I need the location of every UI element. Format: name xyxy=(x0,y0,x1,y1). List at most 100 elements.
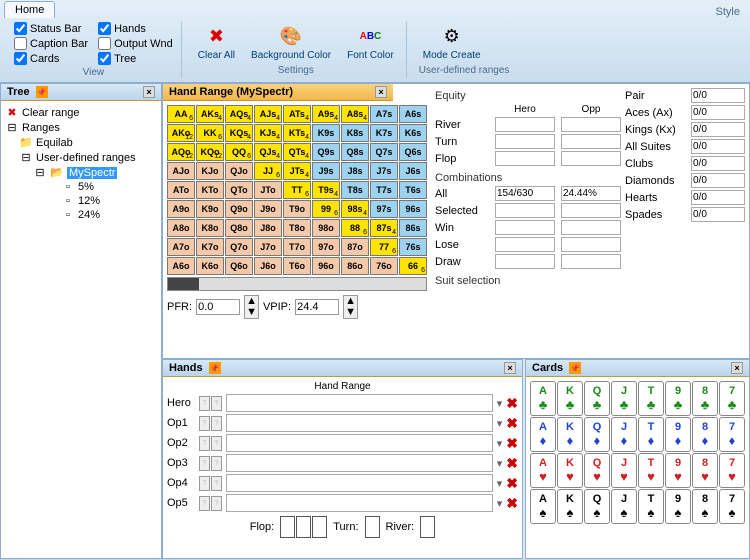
card-7♠[interactable]: 7♠ xyxy=(719,489,745,524)
range-cell[interactable]: QJs4 xyxy=(254,143,282,161)
op4-hole[interactable]: ?? xyxy=(199,476,222,491)
range-cell[interactable]: 996 xyxy=(312,200,340,218)
tree-udr[interactable]: ⊟User-defined ranges xyxy=(5,150,157,165)
range-scrollbar[interactable] xyxy=(167,277,427,291)
range-cell[interactable]: T8o xyxy=(283,219,311,237)
range-cell[interactable]: T7s xyxy=(370,181,398,199)
chk-hands[interactable]: Hands xyxy=(98,22,173,35)
range-cell[interactable]: QTo xyxy=(225,181,253,199)
range-cell[interactable]: 98o xyxy=(312,219,340,237)
range-cell[interactable]: JTs4 xyxy=(283,162,311,180)
stat-hearts-v[interactable] xyxy=(691,190,745,205)
combo-sel-n[interactable] xyxy=(495,203,555,218)
card-T♥[interactable]: T♥ xyxy=(638,453,664,488)
card-7♦[interactable]: 7♦ xyxy=(719,417,745,452)
op1-clear[interactable]: ✖ xyxy=(506,415,518,432)
card-J♥[interactable]: J♥ xyxy=(611,453,637,488)
op3-dropdown[interactable]: ▾ xyxy=(497,457,503,470)
range-cell[interactable]: T8s xyxy=(341,181,369,199)
combo-all-p[interactable] xyxy=(561,186,621,201)
range-cell[interactable]: T6s xyxy=(399,181,427,199)
range-cell[interactable]: 86o xyxy=(341,257,369,275)
range-cell[interactable]: Q8o xyxy=(225,219,253,237)
op1-dropdown[interactable]: ▾ xyxy=(497,417,503,430)
clear-all-button[interactable]: ✖Clear All xyxy=(194,22,239,63)
range-cell[interactable]: J7o xyxy=(254,238,282,256)
op2-dropdown[interactable]: ▾ xyxy=(497,437,503,450)
card-9♠[interactable]: 9♠ xyxy=(665,489,691,524)
range-cell[interactable]: QQ6 xyxy=(225,143,253,161)
card-A♦[interactable]: A♦ xyxy=(530,417,556,452)
range-cell[interactable]: T9s4 xyxy=(312,181,340,199)
close-icon[interactable]: × xyxy=(731,362,743,374)
op5-hole[interactable]: ?? xyxy=(199,496,222,511)
range-cell[interactable]: 776 xyxy=(370,238,398,256)
range-cell[interactable]: QJo xyxy=(225,162,253,180)
range-cell[interactable]: J6o xyxy=(254,257,282,275)
range-cell[interactable]: 76s xyxy=(399,238,427,256)
range-cell[interactable]: ATs4 xyxy=(283,105,311,123)
river-card[interactable] xyxy=(420,516,435,538)
range-cell[interactable]: K8o xyxy=(196,219,224,237)
card-9♥[interactable]: 9♥ xyxy=(665,453,691,488)
hero-hole[interactable]: ?? xyxy=(199,396,222,411)
card-8♥[interactable]: 8♥ xyxy=(692,453,718,488)
range-cell[interactable]: TT6 xyxy=(283,181,311,199)
range-cell[interactable]: 96s xyxy=(399,200,427,218)
range-cell[interactable]: 97o xyxy=(312,238,340,256)
turn-card[interactable] xyxy=(365,516,380,538)
card-A♠[interactable]: A♠ xyxy=(530,489,556,524)
combo-draw-p[interactable] xyxy=(561,254,621,269)
chk-cards[interactable]: Cards xyxy=(14,52,88,65)
range-cell[interactable]: QTs4 xyxy=(283,143,311,161)
card-Q♥[interactable]: Q♥ xyxy=(584,453,610,488)
tree-root[interactable]: ⊟Ranges xyxy=(5,120,157,135)
range-cell[interactable]: J6s xyxy=(399,162,427,180)
range-cell[interactable]: A6s xyxy=(399,105,427,123)
range-cell[interactable]: A9s4 xyxy=(312,105,340,123)
range-cell[interactable]: A6o xyxy=(167,257,195,275)
card-9♦[interactable]: 9♦ xyxy=(665,417,691,452)
close-icon[interactable]: × xyxy=(504,362,516,374)
card-J♣[interactable]: J♣ xyxy=(611,381,637,416)
range-cell[interactable]: Q7o xyxy=(225,238,253,256)
range-cell[interactable]: 87s4 xyxy=(370,219,398,237)
range-cell[interactable]: AKo12 xyxy=(167,124,195,142)
eq-river-hero[interactable] xyxy=(495,117,555,132)
tree-myspectr[interactable]: ⊟📂MySpectr xyxy=(5,165,157,180)
op2-range-input[interactable] xyxy=(226,434,493,452)
range-cell[interactable]: Q9o xyxy=(225,200,253,218)
range-cell[interactable]: A8o xyxy=(167,219,195,237)
op3-hole[interactable]: ?? xyxy=(199,456,222,471)
combo-all-n[interactable] xyxy=(495,186,555,201)
card-T♦[interactable]: T♦ xyxy=(638,417,664,452)
op4-clear[interactable]: ✖ xyxy=(506,475,518,492)
combo-win-p[interactable] xyxy=(561,220,621,235)
close-icon[interactable]: × xyxy=(375,86,387,98)
range-cell[interactable]: KJo xyxy=(196,162,224,180)
card-K♣[interactable]: K♣ xyxy=(557,381,583,416)
stat-kings-v[interactable] xyxy=(691,122,745,137)
range-cell[interactable]: K8s xyxy=(341,124,369,142)
range-cell[interactable]: J9s xyxy=(312,162,340,180)
chk-tree[interactable]: Tree xyxy=(98,52,173,65)
op4-dropdown[interactable]: ▾ xyxy=(497,477,503,490)
pfr-spin[interactable]: ▲▼ xyxy=(244,295,259,319)
card-J♦[interactable]: J♦ xyxy=(611,417,637,452)
range-cell[interactable]: Q9s xyxy=(312,143,340,161)
range-cell[interactable]: Q7s xyxy=(370,143,398,161)
pin-icon[interactable]: 📌 xyxy=(569,362,581,374)
range-cell[interactable]: K6s xyxy=(399,124,427,142)
card-9♣[interactable]: 9♣ xyxy=(665,381,691,416)
tree-equilab[interactable]: 📁Equilab xyxy=(5,135,157,150)
card-Q♣[interactable]: Q♣ xyxy=(584,381,610,416)
card-8♦[interactable]: 8♦ xyxy=(692,417,718,452)
eq-river-opp[interactable] xyxy=(561,117,621,132)
hero-range-input[interactable] xyxy=(226,394,493,412)
range-cell[interactable]: J7s xyxy=(370,162,398,180)
card-A♣[interactable]: A♣ xyxy=(530,381,556,416)
card-7♥[interactable]: 7♥ xyxy=(719,453,745,488)
style-label[interactable]: Style xyxy=(716,6,740,18)
range-cell[interactable]: JTo xyxy=(254,181,282,199)
range-cell[interactable]: Q6o xyxy=(225,257,253,275)
